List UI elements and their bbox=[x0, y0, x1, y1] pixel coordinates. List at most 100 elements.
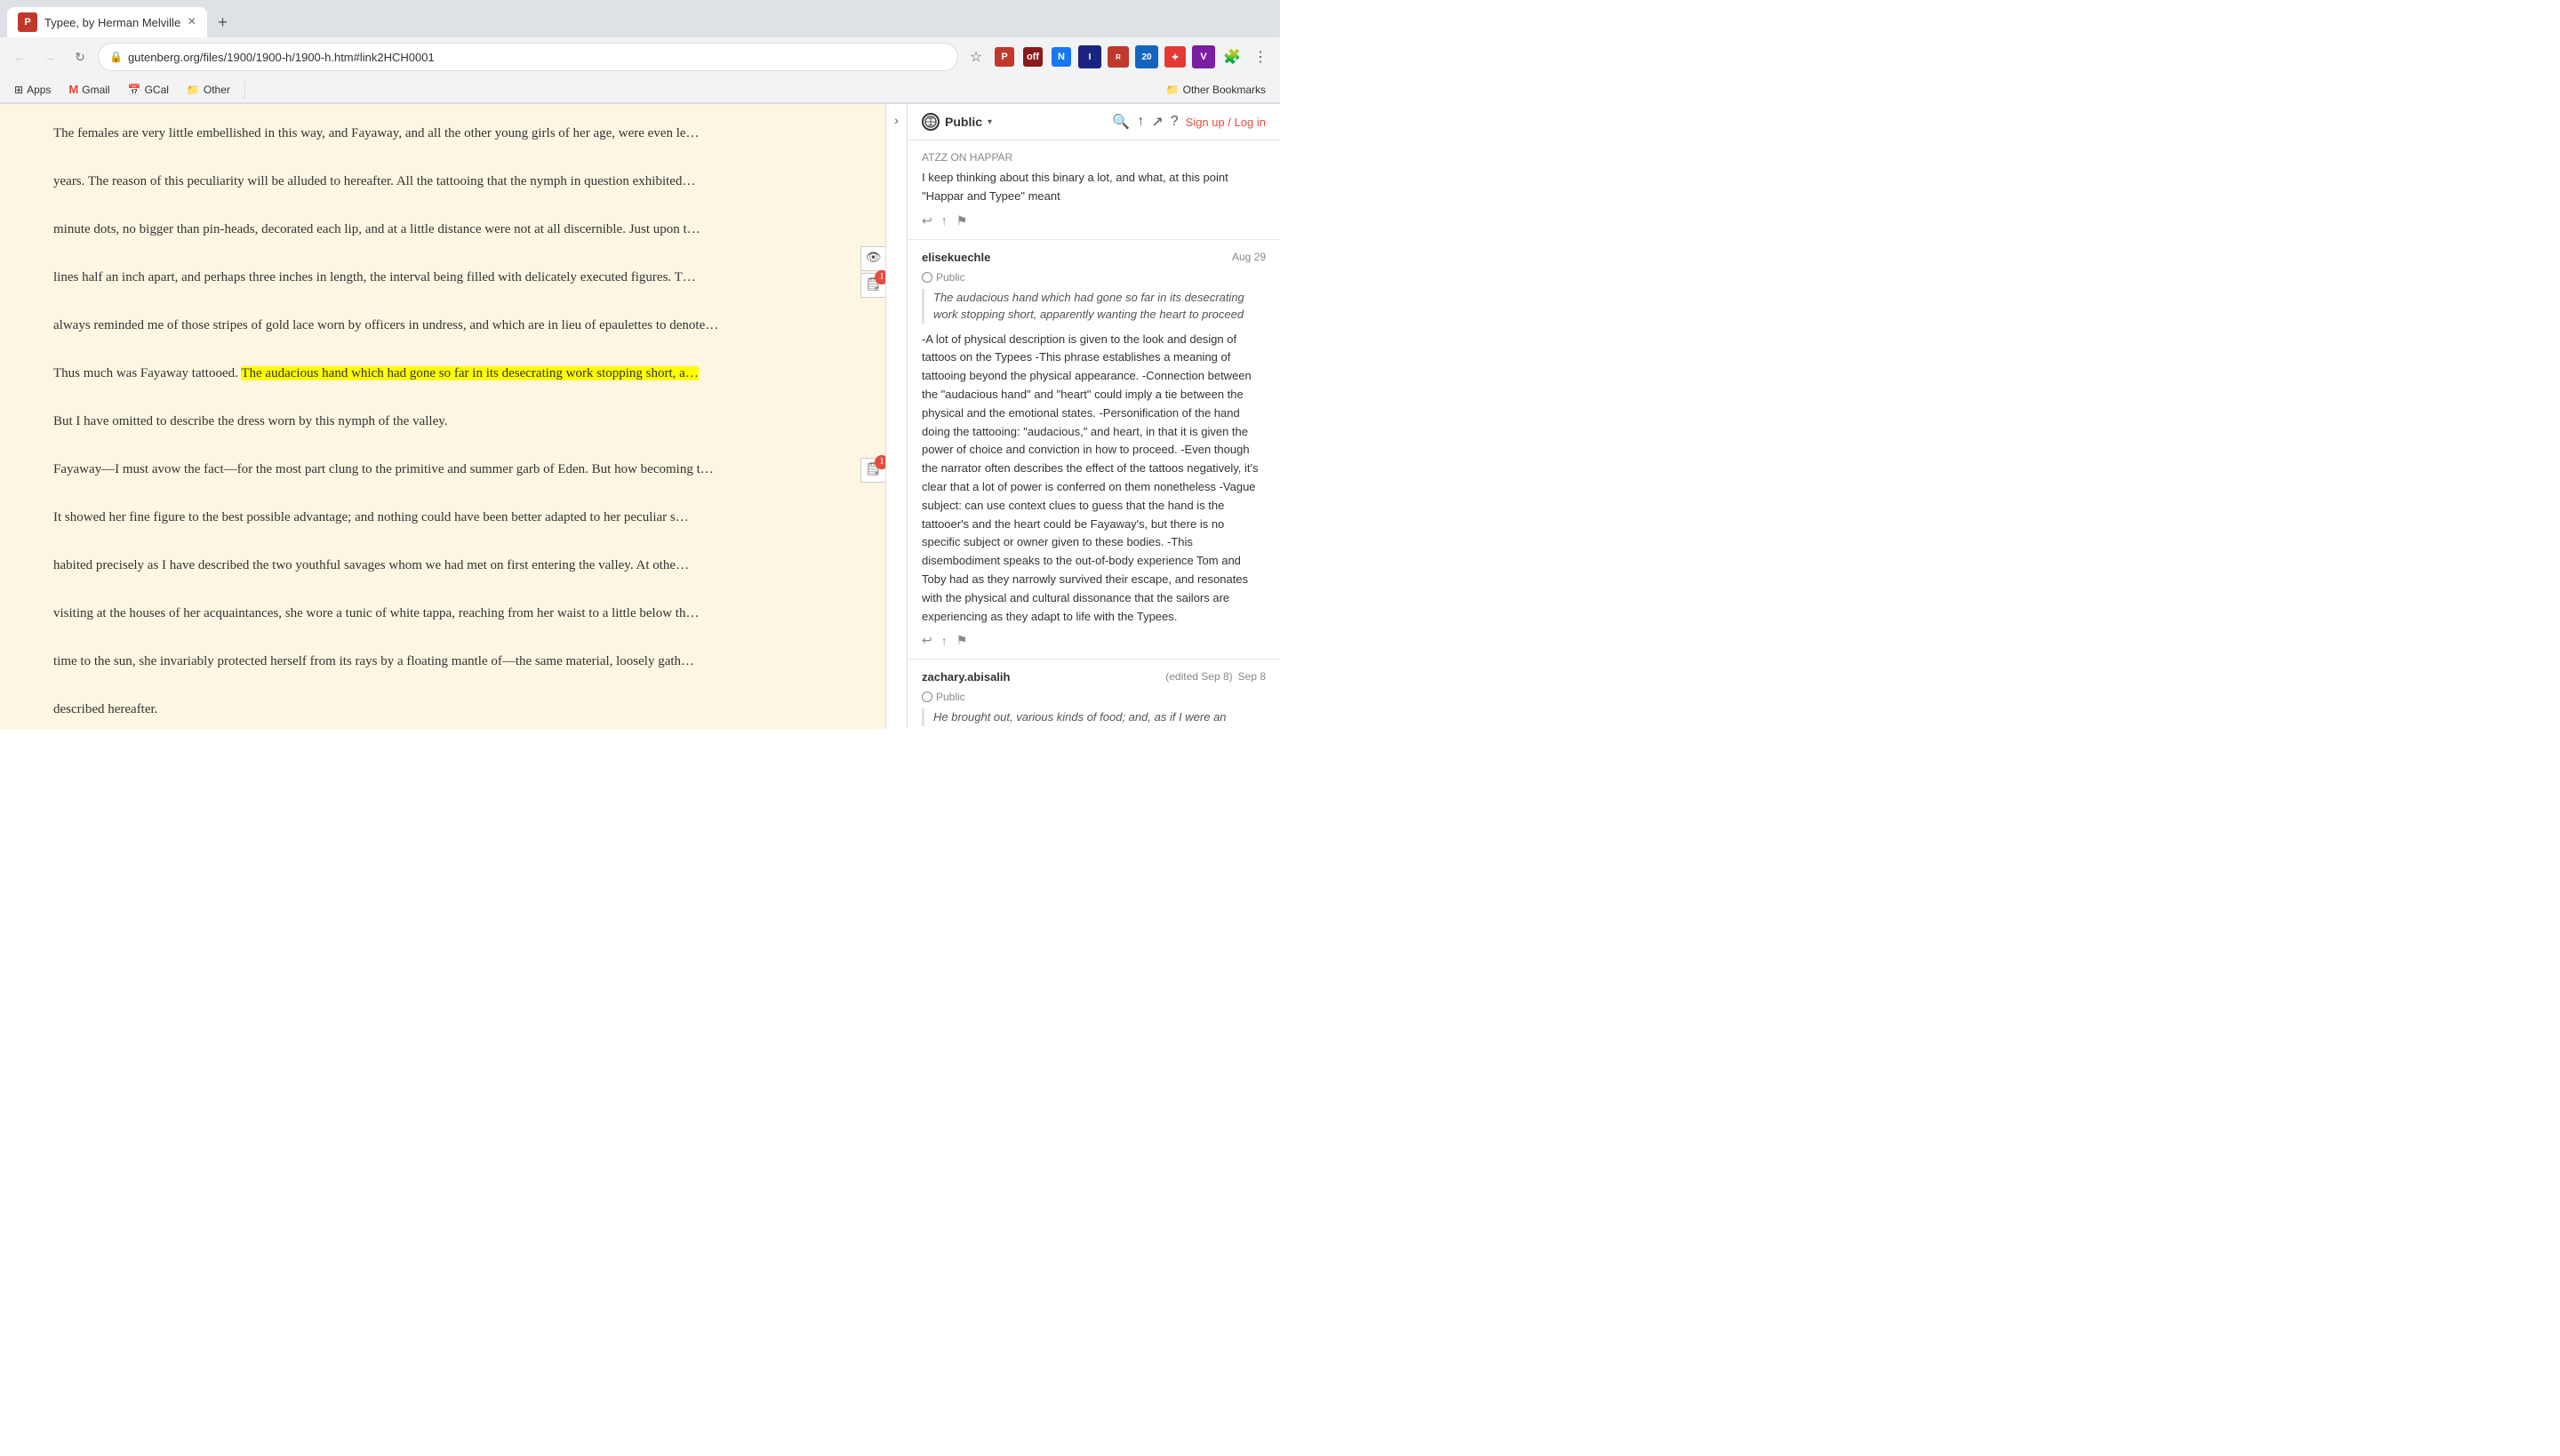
book-para-2: years. The reason of this peculiarity wi… bbox=[27, 170, 859, 194]
toolbar-icons: ☆ P off N I R 20 ✦ bbox=[964, 44, 1273, 69]
active-tab[interactable]: P Typee, by Herman Melville × bbox=[7, 7, 207, 37]
ext-icon-8[interactable]: V bbox=[1191, 44, 1216, 69]
flag-button-1[interactable]: ⚑ bbox=[956, 213, 968, 228]
help-icon[interactable]: ? bbox=[1171, 114, 1179, 130]
bookmark-gmail[interactable]: M Gmail bbox=[61, 80, 116, 99]
quoted-text-2: The audacious hand which had gone so far… bbox=[922, 289, 1266, 324]
address-bar[interactable]: 🔒 gutenberg.org/files/1900/1900-h/1900-h… bbox=[98, 43, 958, 71]
sign-up-login-button[interactable]: Sign up / Log in bbox=[1186, 116, 1266, 129]
comment-timestamp-1: ATZZ ON HAPPAR bbox=[922, 151, 1266, 164]
book-para-described: described hereafter. bbox=[27, 698, 859, 722]
apps-label: Apps bbox=[27, 84, 51, 96]
flag-button-2[interactable]: ⚑ bbox=[956, 633, 968, 648]
bookmark-star-icon[interactable]: ☆ bbox=[964, 44, 988, 69]
book-para-fayaway: Fayaway—I must avow the fact—for the mos… bbox=[27, 458, 859, 482]
bookmark-separator bbox=[244, 81, 245, 99]
annotation-panel-button-2[interactable]: 🗒 1 bbox=[860, 458, 885, 483]
back-button: ← bbox=[7, 44, 32, 69]
browser-menu-button[interactable]: ⋮ bbox=[1248, 44, 1273, 69]
book-para-prefix: Thus much was Fayaway tattooed. bbox=[53, 366, 241, 380]
extensions-button[interactable]: 🧩 bbox=[1220, 44, 1244, 69]
share-button-2[interactable]: ↑ bbox=[941, 634, 948, 648]
search-icon[interactable]: 🔍 bbox=[1112, 113, 1130, 131]
comment-edited-3: (edited Sep 8) bbox=[1165, 670, 1232, 683]
ext-icon-5[interactable]: R bbox=[1106, 44, 1131, 69]
book-para-dress: But I have omitted to describe the dress… bbox=[27, 410, 859, 434]
tab-close-button[interactable]: × bbox=[188, 14, 196, 30]
reload-button[interactable]: ↻ bbox=[68, 44, 92, 69]
commenter-name-3: zachary.abisalih bbox=[922, 670, 1010, 684]
tab-title: Typee, by Herman Melville bbox=[44, 16, 180, 29]
book-para-figure: It showed her fine figure to the best po… bbox=[27, 506, 859, 530]
reply-button-2[interactable]: ↩ bbox=[922, 633, 932, 648]
ext-icon-v: V bbox=[1192, 45, 1215, 68]
tab-favicon: P bbox=[18, 12, 37, 32]
comment-meta-3: zachary.abisalih (edited Sep 8) Sep 8 bbox=[922, 670, 1266, 684]
main-area: The females are very little embellished … bbox=[0, 104, 1280, 729]
comment-date-3: Sep 8 bbox=[1238, 670, 1266, 683]
share-button-1[interactable]: ↑ bbox=[941, 213, 948, 228]
book-text-panel[interactable]: The females are very little embellished … bbox=[0, 104, 885, 729]
ext-icon-7[interactable]: ✦ bbox=[1163, 44, 1188, 69]
new-tab-button[interactable]: + bbox=[211, 10, 236, 35]
public-label: Public bbox=[945, 115, 982, 129]
commenter-name-2: elisekuechle bbox=[922, 251, 990, 264]
inline-panel-icons-2: 🗒 1 bbox=[860, 458, 885, 483]
ext-icon-4[interactable]: I bbox=[1077, 44, 1102, 69]
comment-date-wrap-3: (edited Sep 8) Sep 8 bbox=[1165, 670, 1266, 683]
gmail-label: Gmail bbox=[82, 84, 109, 96]
external-link-icon[interactable]: ↗ bbox=[1151, 113, 1163, 131]
annotations-panel: Public ▾ 🔍 ↑ ↗ ? Sign up / Log in ATZZ O… bbox=[907, 104, 1280, 729]
comment-globe-icon-3 bbox=[922, 692, 932, 702]
comment-card-3: zachary.abisalih (edited Sep 8) Sep 8 Pu… bbox=[908, 660, 1280, 729]
other-label: Other bbox=[204, 84, 230, 96]
annotation-panel-button[interactable]: 🗒 1 bbox=[860, 273, 885, 298]
book-para-time: time to the sun, she invariably protecte… bbox=[27, 650, 859, 674]
ext-icon-off: off bbox=[1023, 47, 1043, 67]
eye-panel-button[interactable]: 👁 bbox=[860, 246, 885, 271]
other-bookmarks-label: Other Bookmarks bbox=[1183, 84, 1266, 96]
annotation-count-badge-2: 1 bbox=[875, 455, 885, 469]
other-folder-icon: 📁 bbox=[187, 84, 200, 96]
book-para-visiting: visiting at the houses of her acquaintan… bbox=[27, 602, 859, 626]
bookmarks-bar: ⊞ Apps M Gmail 📅 GCal 📁 Other 📁 Other Bo… bbox=[0, 76, 1280, 103]
toolbar: ← → ↻ 🔒 gutenberg.org/files/1900/1900-h/… bbox=[0, 37, 1280, 76]
ext-icon-20: 20 bbox=[1135, 45, 1158, 68]
anno-header-actions: 🔍 ↑ ↗ ? Sign up / Log in bbox=[1112, 113, 1266, 131]
forward-button: → bbox=[37, 44, 62, 69]
book-para-5: always reminded me of those stripes of g… bbox=[27, 314, 859, 338]
book-para-habited: habited precisely as I have described th… bbox=[27, 554, 859, 578]
comment-body-2: -A lot of physical description is given … bbox=[922, 331, 1266, 627]
highlighted-text: The audacious hand which had gone so far… bbox=[241, 366, 698, 380]
annotation-count-badge: 1 bbox=[875, 270, 885, 284]
ext-icon-r: R bbox=[1108, 46, 1129, 68]
comment-public-text-3: Public bbox=[936, 691, 965, 703]
bookmark-apps[interactable]: ⊞ Apps bbox=[7, 81, 58, 99]
comment-public-tag-3: Public bbox=[922, 691, 1266, 703]
bookmark-other[interactable]: 📁 Other bbox=[180, 81, 237, 99]
ext-icon-6[interactable]: 20 bbox=[1134, 44, 1159, 69]
apps-icon: ⊞ bbox=[14, 84, 23, 96]
gcal-icon: 📅 bbox=[128, 84, 141, 96]
browser-chrome: P Typee, by Herman Melville × + ← → ↻ 🔒 … bbox=[0, 0, 1280, 104]
share-up-icon[interactable]: ↑ bbox=[1137, 114, 1144, 130]
comment-public-tag-2: Public bbox=[922, 271, 1266, 284]
comment-actions-1: ↩ ↑ ⚑ bbox=[922, 213, 1266, 228]
inline-panel-icons: 👁 🗒 1 bbox=[860, 246, 885, 298]
public-dropdown-arrow[interactable]: ▾ bbox=[988, 117, 992, 127]
book-para-4: lines half an inch apart, and perhaps th… bbox=[27, 266, 859, 290]
book-para-1: The females are very little embellished … bbox=[27, 122, 859, 146]
url-text: gutenberg.org/files/1900/1900-h/1900-h.h… bbox=[128, 51, 947, 64]
reply-button-1[interactable]: ↩ bbox=[922, 213, 932, 228]
gcal-label: GCal bbox=[145, 84, 169, 96]
other-bookmarks[interactable]: 📁 Other Bookmarks bbox=[1159, 81, 1273, 99]
ext-icon-2[interactable]: off bbox=[1020, 44, 1045, 69]
ext-icon-1[interactable]: P bbox=[992, 44, 1017, 69]
ext-icon-3[interactable]: N bbox=[1049, 44, 1074, 69]
annotation-list: ATZZ ON HAPPAR I keep thinking about thi… bbox=[908, 140, 1280, 729]
annotations-header: Public ▾ 🔍 ↑ ↗ ? Sign up / Log in bbox=[908, 104, 1280, 140]
bookmark-gcal[interactable]: 📅 GCal bbox=[121, 81, 176, 99]
sidebar-toggle[interactable]: › bbox=[885, 104, 907, 729]
tab-bar: P Typee, by Herman Melville × + bbox=[0, 0, 1280, 37]
ext-icon-star: ✦ bbox=[1164, 46, 1186, 68]
